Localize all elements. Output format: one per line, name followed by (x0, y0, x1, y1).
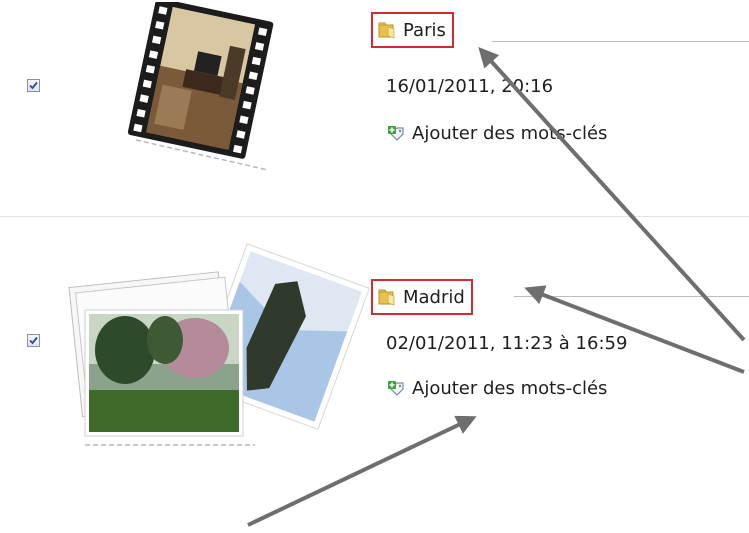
arrow-to-add-tags (247, 415, 477, 527)
annotation-arrows (247, 47, 746, 527)
arrow-to-paris (478, 47, 746, 342)
